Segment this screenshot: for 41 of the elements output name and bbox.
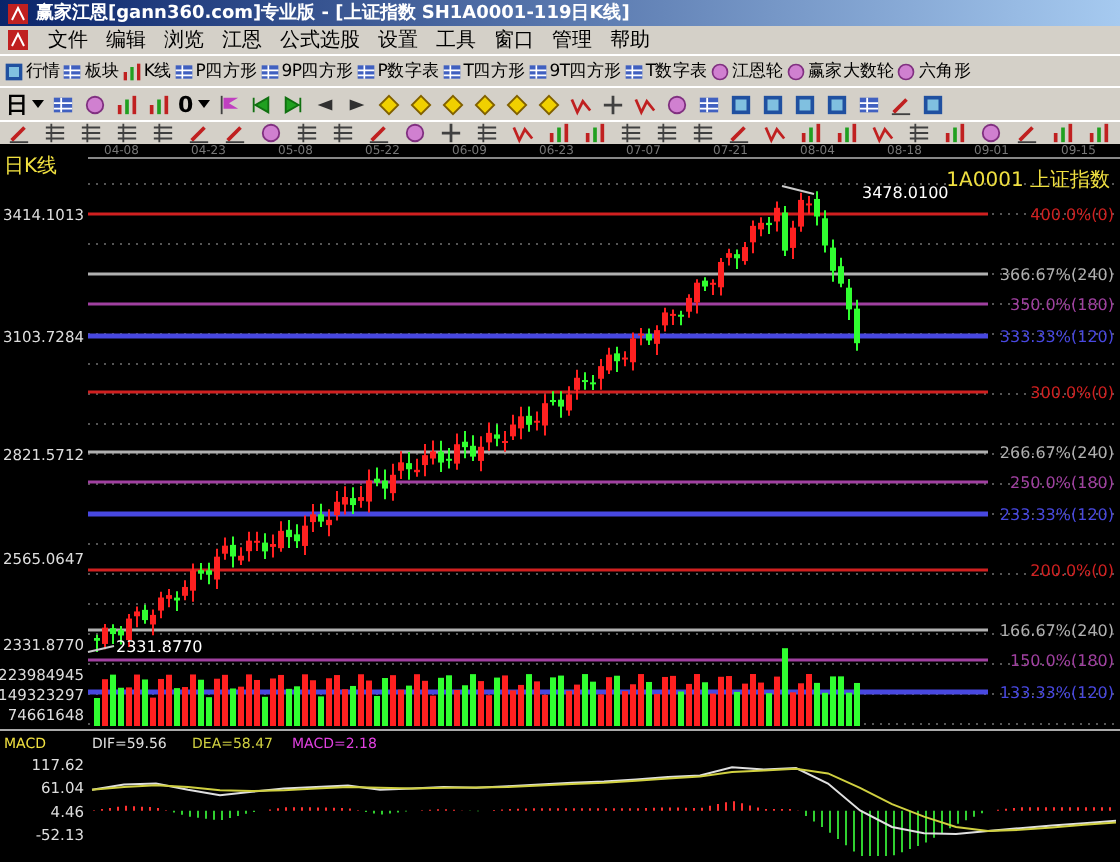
toolbar-button[interactable]: 9P四方形 [259,59,354,84]
toolbar-button[interactable]: T数字表 [623,59,708,84]
level-label: 400.0%(0) [1030,206,1114,224]
level-label: 200.0%(0) [1030,562,1114,580]
level-label: 300.0%(0) [1030,384,1114,402]
level-label: 333.33%(120) [999,328,1114,346]
menu-item[interactable]: 文件 [48,26,88,55]
period-dropdown[interactable]: 日 [4,89,46,120]
toolbar-button[interactable]: K线 [121,59,172,84]
menu-item[interactable]: 编辑 [106,26,146,55]
low-price-note: 2331.8770 [116,638,203,656]
toolbar-button[interactable]: 9T四方形 [527,59,622,84]
toolbar-button[interactable]: T四方形 [441,59,526,84]
high-price-note: 3478.0100 [862,184,949,202]
level-label: 350.0%(180) [1009,296,1114,314]
menu-item[interactable]: 窗口 [494,26,534,55]
toolbar-button[interactable]: 六角形 [896,59,972,84]
level-label: 150.0%(180) [1009,652,1114,670]
menu-item[interactable]: 设置 [378,26,418,55]
toolbar-button[interactable]: P数字表 [355,59,440,84]
level-label: 233.33%(120) [999,506,1114,524]
level-label: 266.67%(240) [999,444,1114,462]
level-label: 250.0%(180) [1009,474,1114,492]
menu-item[interactable]: 江恩 [222,26,262,55]
level-label: 366.67%(240) [999,266,1114,284]
window-title: 赢家江恩[gann360.com]专业版 - [上证指数 SH1A0001-119日K线] [36,0,630,26]
toolbar-button[interactable]: 赢家大数轮 [785,59,895,84]
menu-item[interactable]: 帮助 [610,26,650,55]
period-label: 日K线 [4,156,58,178]
menu-item[interactable]: 公式选股 [280,26,360,55]
toolbar-button[interactable]: 板块 [62,59,120,84]
toolbar-button[interactable]: 江恩轮 [709,59,784,84]
symbol-label: 1A0001 上证指数 [946,170,1110,192]
menu-item[interactable]: 浏览 [164,26,204,55]
level-label: 166.67%(240) [999,622,1114,640]
menu-item[interactable]: 管理 [552,26,592,55]
toolbar-button[interactable]: P四方形 [173,59,258,84]
toolbar-button[interactable]: 行情 [4,59,61,84]
level-label: 133.33%(120) [999,684,1114,702]
count-dropdown[interactable]: 0 [176,91,212,118]
menu-item[interactable]: 工具 [436,26,476,55]
